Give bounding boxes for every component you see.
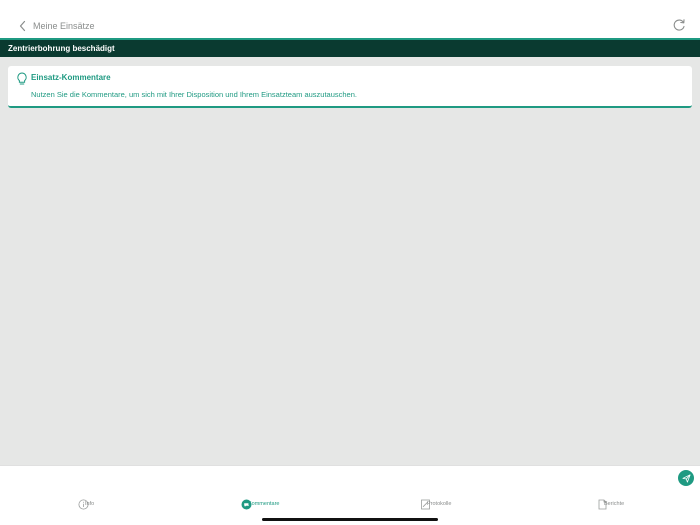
back-button[interactable]: Meine Einsätze	[18, 18, 95, 34]
tab-kommentare-label: Kommentare	[248, 501, 280, 507]
comment-input[interactable]	[5, 469, 677, 489]
chevron-left-icon	[19, 20, 26, 32]
info-card-text: Nutzen Sie die Kommentare, um sich mit I…	[31, 90, 357, 99]
back-button-label: Meine Einsätze	[33, 21, 95, 31]
tab-berichte[interactable]: Berichte	[597, 497, 624, 511]
send-icon	[681, 473, 691, 483]
page-title-bar: Zentrierbohrung beschädigt	[0, 38, 700, 57]
refresh-button[interactable]	[672, 18, 686, 32]
comment-composer	[0, 465, 700, 492]
page-title: Zentrierbohrung beschädigt	[8, 44, 115, 53]
tab-kommentare[interactable]: Kommentare	[241, 497, 280, 511]
tab-info[interactable]: Info	[78, 497, 94, 511]
tab-protokolle-label: Protokolle	[427, 501, 452, 507]
home-indicator[interactable]	[262, 518, 438, 521]
send-button[interactable]	[678, 470, 694, 486]
tab-berichte-label: Berichte	[604, 501, 625, 507]
tab-info-label: Info	[85, 501, 95, 507]
lightbulb-icon	[16, 72, 28, 86]
top-navigation-bar: Meine Einsätze	[0, 0, 700, 38]
info-card: Einsatz-Kommentare Nutzen Sie die Kommen…	[8, 66, 692, 108]
tab-protokolle[interactable]: Protokolle	[420, 497, 451, 511]
refresh-icon	[673, 19, 685, 31]
info-card-title: Einsatz-Kommentare	[31, 73, 111, 82]
